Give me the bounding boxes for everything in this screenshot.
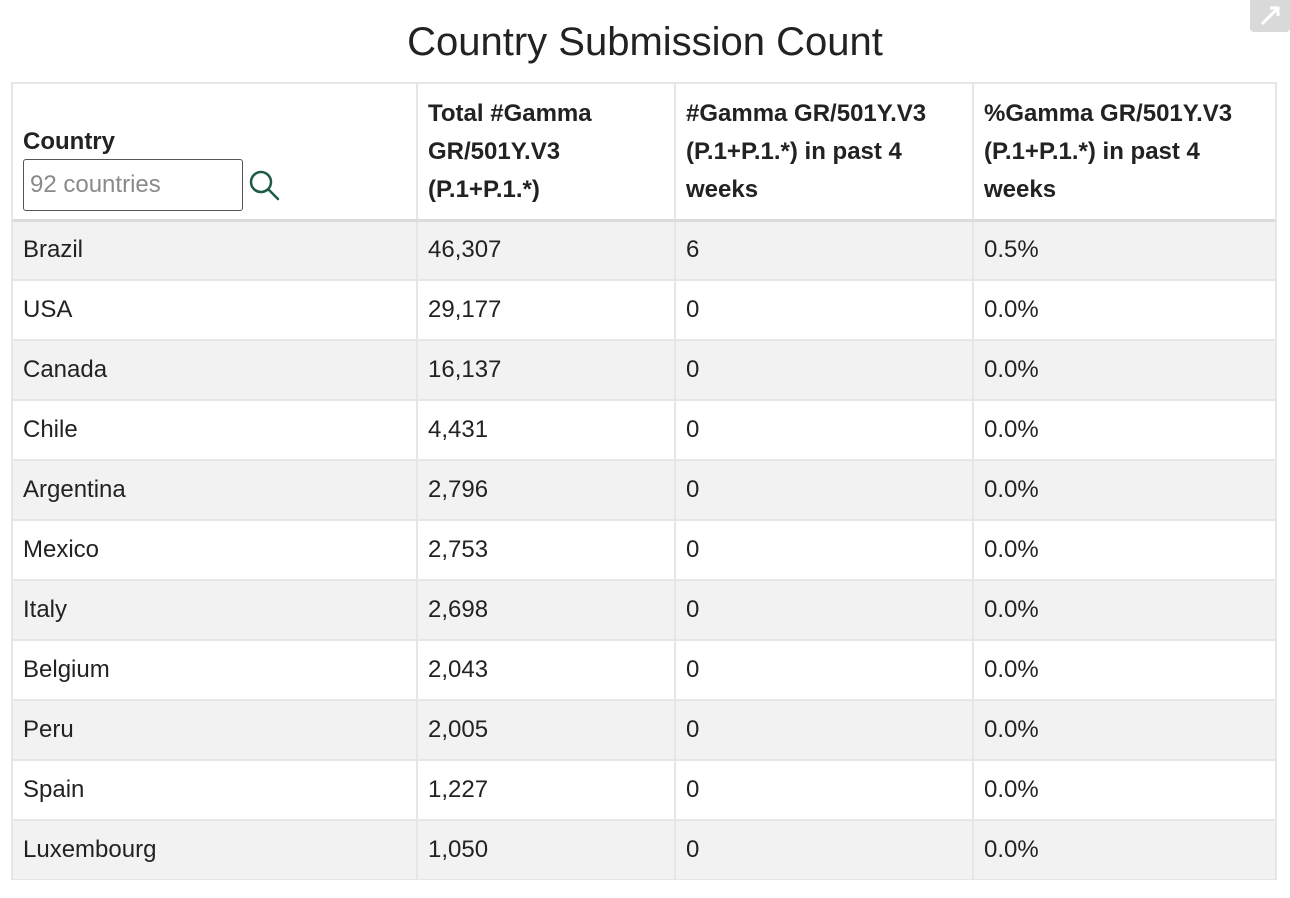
country-cell: Peru <box>13 700 418 761</box>
table-body: Brazil 46,307 6 0.5% USA 29,177 0 0.0% Canada 16,… <box>13 220 1275 880</box>
total-cell: 2,753 <box>417 520 676 581</box>
country-cell: Brazil <box>13 220 418 281</box>
page-title: Country Submission Count <box>407 20 883 64</box>
total-cell: 1,227 <box>417 760 676 821</box>
percent-cell: 0.0% <box>973 460 1275 521</box>
percent-cell: 0.0% <box>973 400 1275 461</box>
table-row[interactable]: Argentina 2,796 0 0.0% <box>13 460 1275 521</box>
page: Country Submission Count Country 92 coun… <box>0 0 1290 898</box>
country-cell: Argentina <box>13 460 418 521</box>
column-header-country[interactable]: Country <box>13 84 418 222</box>
country-table: Country Total #Gamma GR/501Y.V3 (P.1+P.1… <box>13 84 1275 880</box>
total-cell: 29,177 <box>417 280 676 341</box>
country-cell: Spain <box>13 760 418 821</box>
percent-cell: 0.0% <box>973 700 1275 761</box>
total-cell: 1,050 <box>417 820 676 880</box>
country-cell: Chile <box>13 400 418 461</box>
country-cell: Italy <box>13 580 418 641</box>
past-4-weeks-cell: 0 <box>675 520 974 581</box>
table-row[interactable]: Italy 2,698 0 0.0% <box>13 580 1275 641</box>
total-cell: 2,005 <box>417 700 676 761</box>
percent-cell: 0.0% <box>973 580 1275 641</box>
table-row[interactable]: Belgium 2,043 0 0.0% <box>13 640 1275 701</box>
table-row[interactable]: Mexico 2,753 0 0.0% <box>13 520 1275 581</box>
total-cell: 2,796 <box>417 460 676 521</box>
table-row[interactable]: Canada 16,137 0 0.0% <box>13 340 1275 401</box>
total-cell: 16,137 <box>417 340 676 401</box>
column-header-total[interactable]: Total #Gamma GR/501Y.V3 (P.1+P.1.*) <box>417 84 676 222</box>
table-row[interactable]: Chile 4,431 0 0.0% <box>13 400 1275 461</box>
table-row[interactable]: Spain 1,227 0 0.0% <box>13 760 1275 821</box>
percent-cell: 0.0% <box>973 340 1275 401</box>
past-4-weeks-cell: 0 <box>675 700 974 761</box>
total-cell: 4,431 <box>417 400 676 461</box>
column-header-label: Country <box>23 127 115 155</box>
total-cell: 2,043 <box>417 640 676 701</box>
percent-cell: 0.5% <box>973 220 1275 281</box>
column-header-percent-past-4-weeks[interactable]: %Gamma GR/501Y.V3 (P.1+P.1.*) in past 4 … <box>973 84 1275 222</box>
percent-cell: 0.0% <box>973 640 1275 701</box>
percent-cell: 0.0% <box>973 280 1275 341</box>
total-cell: 46,307 <box>417 220 676 281</box>
country-table-container[interactable]: Country Total #Gamma GR/501Y.V3 (P.1+P.1… <box>11 82 1277 880</box>
past-4-weeks-cell: 0 <box>675 400 974 461</box>
past-4-weeks-cell: 0 <box>675 580 974 641</box>
country-search-input[interactable] <box>23 158 243 211</box>
table-row[interactable]: Luxembourg 1,050 0 0.0% <box>13 820 1275 880</box>
past-4-weeks-cell: 0 <box>675 820 974 880</box>
country-cell: Luxembourg <box>13 820 418 880</box>
past-4-weeks-cell: 0 <box>675 640 974 701</box>
country-cell: Canada <box>13 340 418 401</box>
column-header-past-4-weeks[interactable]: #Gamma GR/501Y.V3 (P.1+P.1.*) in past 4 … <box>675 84 974 222</box>
percent-cell: 0.0% <box>973 820 1275 880</box>
search-icon[interactable] <box>247 168 281 202</box>
past-4-weeks-cell: 0 <box>675 340 974 401</box>
country-cell: Mexico <box>13 520 418 581</box>
table-row[interactable]: Brazil 46,307 6 0.5% <box>13 220 1275 281</box>
country-cell: USA <box>13 280 418 341</box>
past-4-weeks-cell: 0 <box>675 760 974 821</box>
country-filter <box>23 158 406 211</box>
table-header-row: Country Total #Gamma GR/501Y.V3 (P.1+P.1… <box>13 84 1275 222</box>
past-4-weeks-cell: 6 <box>675 220 974 281</box>
past-4-weeks-cell: 0 <box>675 280 974 341</box>
total-cell: 2,698 <box>417 580 676 641</box>
country-cell: Belgium <box>13 640 418 701</box>
percent-cell: 0.0% <box>973 520 1275 581</box>
percent-cell: 0.0% <box>973 760 1275 821</box>
table-row[interactable]: USA 29,177 0 0.0% <box>13 280 1275 341</box>
past-4-weeks-cell: 0 <box>675 460 974 521</box>
table-row[interactable]: Peru 2,005 0 0.0% <box>13 700 1275 761</box>
